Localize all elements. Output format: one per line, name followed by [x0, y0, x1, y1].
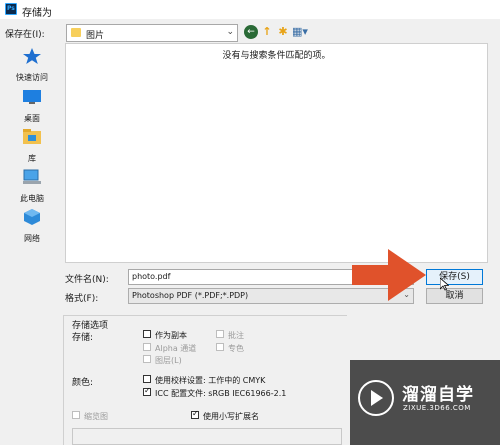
thumbnail-label: 缩览图	[84, 412, 108, 421]
folder-icon	[71, 28, 81, 37]
up-folder-icon[interactable]: ↑	[260, 25, 274, 39]
lowercase-extension-label: 使用小写扩展名	[203, 412, 259, 421]
pointer-arrow-annotation	[352, 249, 426, 301]
play-icon	[371, 390, 383, 406]
spot-colors-label: 专色	[228, 344, 244, 353]
use-proof-setup-checkbox[interactable]	[143, 375, 151, 383]
warning-area	[72, 428, 342, 445]
network-icon	[24, 209, 40, 225]
cancel-button[interactable]: 取消	[426, 288, 483, 304]
library-icon	[23, 129, 41, 144]
empty-results-message: 没有与搜索条件匹配的项。	[222, 51, 331, 61]
notes-label: 批注	[228, 331, 244, 340]
spot-colors-checkbox[interactable]	[216, 343, 224, 351]
place-label: 网络	[24, 234, 40, 243]
file-list-view[interactable]: 没有与搜索条件匹配的项。	[65, 43, 488, 263]
alpha-channels-checkbox[interactable]	[143, 343, 151, 351]
views-menu-icon[interactable]: ▦▾	[291, 25, 309, 39]
watermark-title: 溜溜自学	[402, 385, 474, 405]
desktop-icon	[23, 90, 41, 104]
save-in-label: 保存在(I):	[5, 30, 45, 40]
alpha-channels-label: Alpha 通道	[155, 344, 197, 353]
place-desktop[interactable]: 桌面	[6, 88, 58, 124]
chevron-down-icon[interactable]: ⌄	[226, 27, 234, 37]
filename-label: 文件名(N):	[65, 275, 109, 285]
as-copy-checkbox[interactable]	[143, 330, 151, 338]
title-bar	[0, 0, 500, 19]
icc-profile-checkbox[interactable]	[143, 386, 151, 396]
place-label: 此电脑	[20, 194, 44, 203]
place-this-pc[interactable]: 此电脑	[6, 168, 58, 204]
window-title: 存储为	[22, 8, 52, 19]
store-label: 存储:	[72, 333, 94, 343]
lowercase-extension-checkbox[interactable]	[191, 409, 199, 419]
layers-label: 图层(L)	[155, 356, 182, 365]
place-label: 快速访问	[16, 73, 48, 82]
computer-icon	[23, 169, 41, 184]
thumbnail-checkbox[interactable]	[72, 411, 80, 419]
place-label: 库	[28, 154, 36, 163]
layers-checkbox[interactable]	[143, 355, 151, 363]
watermark-subtitle: ZIXUE.3D66.COM	[403, 404, 471, 412]
photoshop-app-icon: Ps	[5, 3, 17, 15]
notes-checkbox[interactable]	[216, 330, 224, 338]
place-library[interactable]: 库	[6, 128, 58, 164]
color-label: 颜色:	[72, 378, 94, 388]
place-network[interactable]: 网络	[6, 208, 58, 244]
place-quick-access[interactable]: 快速访问	[6, 47, 58, 83]
format-value: Photoshop PDF (*.PDF;*.PDP)	[132, 291, 249, 300]
use-proof-setup-label: 使用校样设置: 工作中的 CMYK	[155, 376, 266, 385]
format-label: 格式(F):	[65, 294, 99, 304]
star-icon	[23, 48, 41, 64]
back-arrow-icon[interactable]: ←	[244, 25, 258, 39]
as-copy-label: 作为副本	[155, 331, 187, 340]
save-in-combobox[interactable]: 图片 ⌄	[66, 24, 238, 42]
place-label: 桌面	[24, 114, 40, 123]
mouse-cursor-icon	[440, 278, 449, 291]
icc-profile-label: ICC 配置文件: sRGB IEC61966-2.1	[155, 389, 287, 398]
watermark: 溜溜自学 ZIXUE.3D66.COM	[350, 360, 500, 445]
new-folder-icon[interactable]: ✱	[276, 25, 290, 39]
current-folder-name: 图片	[86, 31, 105, 41]
save-button[interactable]: 保存(S)	[426, 269, 483, 285]
